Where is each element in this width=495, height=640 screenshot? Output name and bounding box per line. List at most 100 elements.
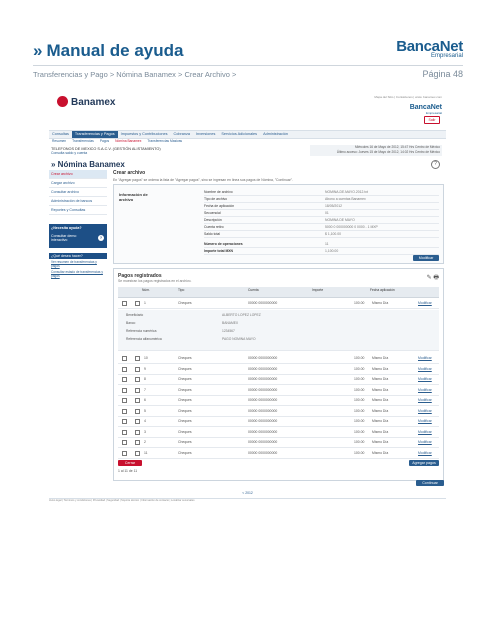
row-modify-link[interactable]: Modificar xyxy=(418,427,432,437)
table-row[interactable]: 6 Cheques 00000 0000000000 100.00 Mismo Día M… xyxy=(118,395,439,406)
top-links[interactable]: Mapa del Sitio | Contáctenos | www. bana… xyxy=(374,95,442,99)
nav-impuestos[interactable]: Impuestos y Contribuciones xyxy=(118,131,171,138)
row-cuenta: 00000 0000000000 xyxy=(248,450,278,455)
subnav-resumen[interactable]: Resumen xyxy=(49,138,69,144)
sidebar-item-bancos[interactable]: Administración de bancos xyxy=(49,197,107,206)
subnav-transferencias[interactable]: Transferencias xyxy=(69,138,97,144)
table-row[interactable]: 2 Cheques 00000 0000000000 100.00 Mismo Día M… xyxy=(118,437,439,448)
quick-link-resumen[interactable]: Ver resumen de transferencias y pagos xyxy=(49,259,107,269)
row-expand-toggle[interactable] xyxy=(135,450,140,456)
row-modify-link[interactable]: Modificar xyxy=(418,364,432,374)
table-row[interactable]: 11 Cheques 00000 0000000000 100.00 Mismo Día… xyxy=(118,448,439,459)
row-modify-link[interactable]: Modificar xyxy=(418,374,432,384)
sidebar-item-consultar[interactable]: Consultar archivo xyxy=(49,188,107,197)
row-expand-toggle[interactable] xyxy=(135,377,140,382)
row-checkbox[interactable] xyxy=(122,301,127,306)
row-modify-link[interactable]: Modificar xyxy=(418,437,432,447)
row-modify-link[interactable]: Modificar xyxy=(418,448,432,458)
row-num: 1 xyxy=(144,301,146,305)
subnav-masivas[interactable]: Transferencias Masivas xyxy=(144,138,185,144)
row-expand-toggle[interactable] xyxy=(135,356,140,361)
row-expand-toggle[interactable] xyxy=(135,398,140,403)
info-value: 11 xyxy=(325,242,329,246)
banamex-logo[interactable]: Banamex xyxy=(57,96,115,108)
row-tipo: Cheques xyxy=(178,356,192,360)
sidebar-item-cargar[interactable]: Cargar archivo xyxy=(49,179,107,188)
table-row[interactable]: 10 Cheques 00000 0000000000 100.00 Mismo Día… xyxy=(118,353,439,364)
quick-link-estado[interactable]: Consultar estado de transferencias y pag… xyxy=(49,269,107,279)
nav-transferencias[interactable]: Transferencias y Pagos xyxy=(71,131,118,138)
row-expand-toggle[interactable] xyxy=(135,301,140,306)
logout-button[interactable]: Salir xyxy=(424,116,440,124)
row-expand-toggle[interactable] xyxy=(135,440,140,445)
sidebar: Crear archivo Cargar archivo Consultar a… xyxy=(49,170,107,215)
row-importe: 100.00 xyxy=(354,419,365,423)
row-checkbox[interactable] xyxy=(122,419,127,424)
row-fecha: Mismo Día xyxy=(372,387,389,392)
continue-button[interactable]: Continuar xyxy=(416,480,444,486)
row-fecha: Mismo Día xyxy=(372,356,389,360)
row-expand-toggle[interactable] xyxy=(135,408,140,414)
table-row[interactable]: 8 Cheques 00000 0000000000 100.00 Mismo Día M… xyxy=(118,374,439,385)
row-cuenta: 00000 0000000000 xyxy=(248,301,278,305)
table-row[interactable]: 3 Cheques 00000 0000000000 100.00 Mismo Día M… xyxy=(118,427,439,438)
table-row[interactable]: 9 Cheques 00000 0000000000 100.00 Mismo Día M… xyxy=(118,364,439,375)
nav-administracion[interactable]: Administración xyxy=(260,131,291,138)
row-checkbox[interactable] xyxy=(122,408,127,414)
col-fecha: Fecha aplicación xyxy=(370,288,395,292)
footer-links[interactable]: Aviso legal | Términos y condiciones | P… xyxy=(49,498,446,503)
row-checkbox[interactable] xyxy=(122,398,127,403)
row-modify-link[interactable]: Modificar xyxy=(418,353,432,363)
row-expand-toggle[interactable] xyxy=(135,366,140,372)
table-row[interactable]: 1 Cheques 00000 0000000000 100.00 Mismo … xyxy=(118,298,439,309)
nav-inversiones[interactable]: Inversiones xyxy=(193,131,218,138)
row-checkbox[interactable] xyxy=(122,356,127,361)
row-modify-link[interactable]: Modificar xyxy=(418,385,432,395)
help-icon[interactable]: ? xyxy=(431,160,440,169)
row-modify-link[interactable]: Modificar xyxy=(418,395,432,405)
row-importe: 100.00 xyxy=(354,429,365,434)
row-expand-toggle[interactable] xyxy=(135,387,140,393)
row-checkbox[interactable] xyxy=(122,387,127,393)
table-row[interactable]: 5 Cheques 00000 0000000000 100.00 Mismo Día M… xyxy=(118,406,439,417)
table-row[interactable]: 4 Cheques 00000 0000000000 100.00 Mismo Día M… xyxy=(118,416,439,427)
app-brand: BancaNet Empresarial xyxy=(410,104,442,115)
footer-link[interactable]: < 2012 xyxy=(49,491,446,495)
add-payments-button[interactable]: Agregar pagos xyxy=(409,460,439,466)
info-row: Importe total MXN 1,100.00 xyxy=(204,248,439,255)
table-row[interactable]: 7 Cheques 00000 0000000000 100.00 Mismo Día M… xyxy=(118,385,439,396)
row-checkbox[interactable] xyxy=(122,377,127,382)
col-importe: Importe xyxy=(312,288,324,292)
row-tipo: Cheques xyxy=(178,429,192,434)
page-number: Página 48 xyxy=(422,69,463,79)
modify-button[interactable]: Modificar xyxy=(413,255,439,261)
subnav-nomina[interactable]: Nómina Banamex xyxy=(112,138,144,144)
nav-cobranza[interactable]: Cobranza xyxy=(171,131,193,138)
subnav-pagos[interactable]: Pagos xyxy=(97,138,112,144)
nav-servicios[interactable]: Servicios Adicionales xyxy=(218,131,260,138)
row-num: 10 xyxy=(144,356,148,360)
row-modify-link[interactable]: Modificar xyxy=(418,406,432,416)
detail-key: Referencia alfanumérica xyxy=(126,337,162,341)
nav-consultas[interactable]: Consultas xyxy=(49,131,72,138)
help-promo[interactable]: ¿Necesita ayuda? Consultar demo interact… xyxy=(49,224,107,248)
sidebar-item-reportes[interactable]: Reportes y Consultas xyxy=(49,206,107,215)
detail-value: BANAMEX xyxy=(222,321,239,325)
close-button[interactable]: Cerrar xyxy=(118,460,142,466)
detail-key: Beneficiario xyxy=(126,313,144,317)
edit-print-icons[interactable]: ✎ 🖶 xyxy=(427,273,439,283)
row-expand-toggle[interactable] xyxy=(135,429,140,435)
info-row: Cuenta retiro 5000 0 000000000 0 0000 - 1… xyxy=(204,224,439,231)
row-detail: Beneficiario ALBERTO LOPEZ LOPEZ Banco BAN… xyxy=(118,310,439,351)
row-expand-toggle[interactable] xyxy=(135,419,140,424)
sidebar-item-crear[interactable]: Crear archivo xyxy=(49,170,107,179)
row-checkbox[interactable] xyxy=(122,366,127,372)
row-modify-link[interactable]: Modificar xyxy=(418,298,432,308)
info-key: Secuencial xyxy=(204,211,221,215)
chevron-icon: » xyxy=(33,41,43,60)
row-checkbox[interactable] xyxy=(122,429,127,435)
row-checkbox[interactable] xyxy=(122,440,127,445)
row-modify-link[interactable]: Modificar xyxy=(418,416,432,426)
company-link[interactable]: Consulta saldo y cuenta xyxy=(51,151,87,155)
row-checkbox[interactable] xyxy=(122,450,127,456)
